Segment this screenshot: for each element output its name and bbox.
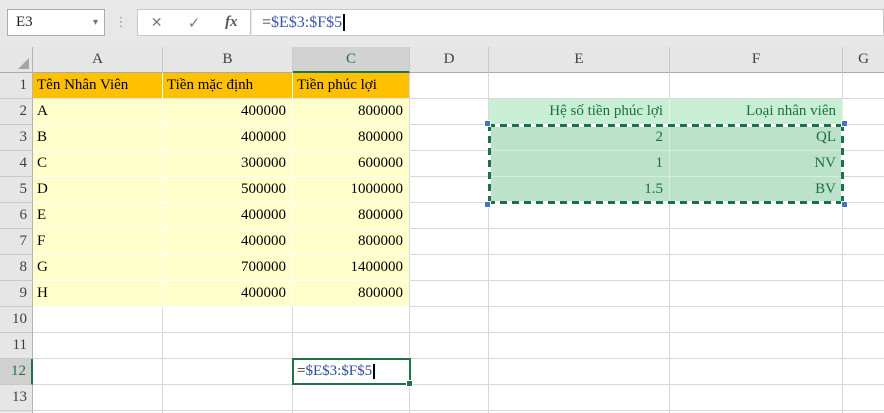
cell-c8[interactable]: 1400000: [293, 255, 410, 281]
table-row: H 400000 800000: [33, 281, 410, 307]
row-header-11[interactable]: 11: [0, 333, 33, 359]
row-header-8[interactable]: 8: [0, 255, 33, 281]
cell-a9[interactable]: H: [33, 281, 163, 307]
sheet-grid: 1 2 3 4 5 6 7 8 9 10 11 12 13 14 Tên Nhâ…: [0, 73, 884, 413]
ants-border-left[interactable]: [488, 124, 491, 204]
row-headers: 1 2 3 4 5 6 7 8 9 10 11 12 13 14: [0, 73, 33, 413]
column-headers: A B C D E F G: [0, 47, 884, 73]
column-header-b[interactable]: B: [163, 47, 293, 73]
row-header-1[interactable]: 1: [0, 73, 33, 99]
cell-a4[interactable]: C: [33, 151, 163, 177]
row-header-7[interactable]: 7: [0, 229, 33, 255]
row-header-5[interactable]: 5: [0, 177, 33, 203]
cell-a3[interactable]: B: [33, 125, 163, 151]
cell-a5[interactable]: D: [33, 177, 163, 203]
cell-a1[interactable]: Tên Nhân Viên: [33, 73, 163, 99]
cell-c9[interactable]: 800000: [293, 281, 410, 307]
cell-c2[interactable]: 800000: [293, 99, 410, 125]
table-row: D 500000 1000000: [33, 177, 410, 203]
column-header-f[interactable]: F: [670, 47, 843, 73]
range-handle-bottom-left[interactable]: [484, 201, 491, 208]
table-row: G 700000 1400000: [33, 255, 410, 281]
cell-b4[interactable]: 300000: [163, 151, 293, 177]
cancel-icon[interactable]: ✕: [138, 10, 175, 35]
cell-b2[interactable]: 400000: [163, 99, 293, 125]
cell-b5[interactable]: 500000: [163, 177, 293, 203]
name-box[interactable]: E3 ▾: [7, 9, 105, 36]
chevron-down-icon[interactable]: ▾: [93, 17, 104, 28]
ants-border-right[interactable]: [841, 124, 844, 204]
table-row: F 400000 800000: [33, 229, 410, 255]
name-box-value: E3: [16, 14, 33, 30]
row-header-3[interactable]: 3: [0, 125, 33, 151]
row-header-6[interactable]: 6: [0, 203, 33, 229]
employee-table-header-row: Tên Nhân Viên Tiền mặc định Tiền phúc lợ…: [33, 73, 410, 99]
reference-range-outline[interactable]: [484, 120, 848, 208]
cell-c5[interactable]: 1000000: [293, 177, 410, 203]
ants-border-top[interactable]: [488, 124, 844, 127]
row-header-9[interactable]: 9: [0, 281, 33, 307]
text-cursor: [343, 14, 345, 31]
excel-window: E3 ▾ ⋮ ✕ ✓ fx = $E$3:$F$5 A B C D E F G 1…: [0, 0, 884, 413]
enter-icon[interactable]: ✓: [175, 10, 212, 35]
range-handle-top-right[interactable]: [841, 120, 848, 127]
table-row: C 300000 600000: [33, 151, 410, 177]
cell-c4[interactable]: 600000: [293, 151, 410, 177]
range-handle-top-left[interactable]: [484, 120, 491, 127]
more-dots-icon[interactable]: ⋮: [114, 9, 128, 36]
formula-equals: =: [262, 13, 272, 31]
formula-bar-buttons: ✕ ✓ fx: [137, 9, 251, 36]
cell-c1[interactable]: Tiền phúc lợi: [293, 73, 410, 99]
cell-c7[interactable]: 800000: [293, 229, 410, 255]
cell-c6[interactable]: 800000: [293, 203, 410, 229]
table-row: B 400000 800000: [33, 125, 410, 151]
cell-b8[interactable]: 700000: [163, 255, 293, 281]
editing-cell-c12[interactable]: = $E$3:$F$5: [292, 358, 411, 385]
formula-reference: $E$3:$F$5: [271, 13, 343, 31]
cell-f2[interactable]: Loại nhân viên: [670, 99, 843, 125]
insert-function-icon[interactable]: fx: [213, 10, 250, 35]
formula-input[interactable]: = $E$3:$F$5: [252, 9, 884, 36]
fill-handle[interactable]: [406, 380, 413, 387]
cell-b3[interactable]: 400000: [163, 125, 293, 151]
column-header-g[interactable]: G: [843, 47, 884, 73]
column-header-c[interactable]: C: [293, 47, 410, 73]
cell-b6[interactable]: 400000: [163, 203, 293, 229]
ants-border-bottom[interactable]: [488, 201, 844, 204]
select-all-triangle-icon: [18, 58, 29, 69]
cell-formula-equals: =: [297, 363, 306, 379]
select-all-button[interactable]: [0, 47, 33, 73]
formula-bar-strip: E3 ▾ ⋮ ✕ ✓ fx = $E$3:$F$5: [0, 0, 884, 47]
row-header-13[interactable]: 13: [0, 385, 33, 411]
row-header-10[interactable]: 10: [0, 307, 33, 333]
cell-b9[interactable]: 400000: [163, 281, 293, 307]
table-row: A 400000 800000: [33, 99, 410, 125]
column-header-d[interactable]: D: [410, 47, 489, 73]
cell-formula-reference: $E$3:$F$5: [305, 363, 373, 379]
row-header-12[interactable]: 12: [0, 359, 33, 385]
cell-a2[interactable]: A: [33, 99, 163, 125]
cell-c3[interactable]: 800000: [293, 125, 410, 151]
column-header-a[interactable]: A: [33, 47, 163, 73]
cell-b7[interactable]: 400000: [163, 229, 293, 255]
range-handle-bottom-right[interactable]: [841, 201, 848, 208]
table-row: E 400000 800000: [33, 203, 410, 229]
row-header-4[interactable]: 4: [0, 151, 33, 177]
column-header-e[interactable]: E: [489, 47, 670, 73]
text-cursor: [373, 364, 375, 379]
cell-e2[interactable]: Hệ số tiền phúc lợi: [489, 99, 670, 125]
row-header-2[interactable]: 2: [0, 99, 33, 125]
cell-a7[interactable]: F: [33, 229, 163, 255]
cell-a6[interactable]: E: [33, 203, 163, 229]
benefit-table-header-row: Hệ số tiền phúc lợi Loại nhân viên: [489, 99, 843, 125]
cell-b1[interactable]: Tiền mặc định: [163, 73, 293, 99]
cell-a8[interactable]: G: [33, 255, 163, 281]
